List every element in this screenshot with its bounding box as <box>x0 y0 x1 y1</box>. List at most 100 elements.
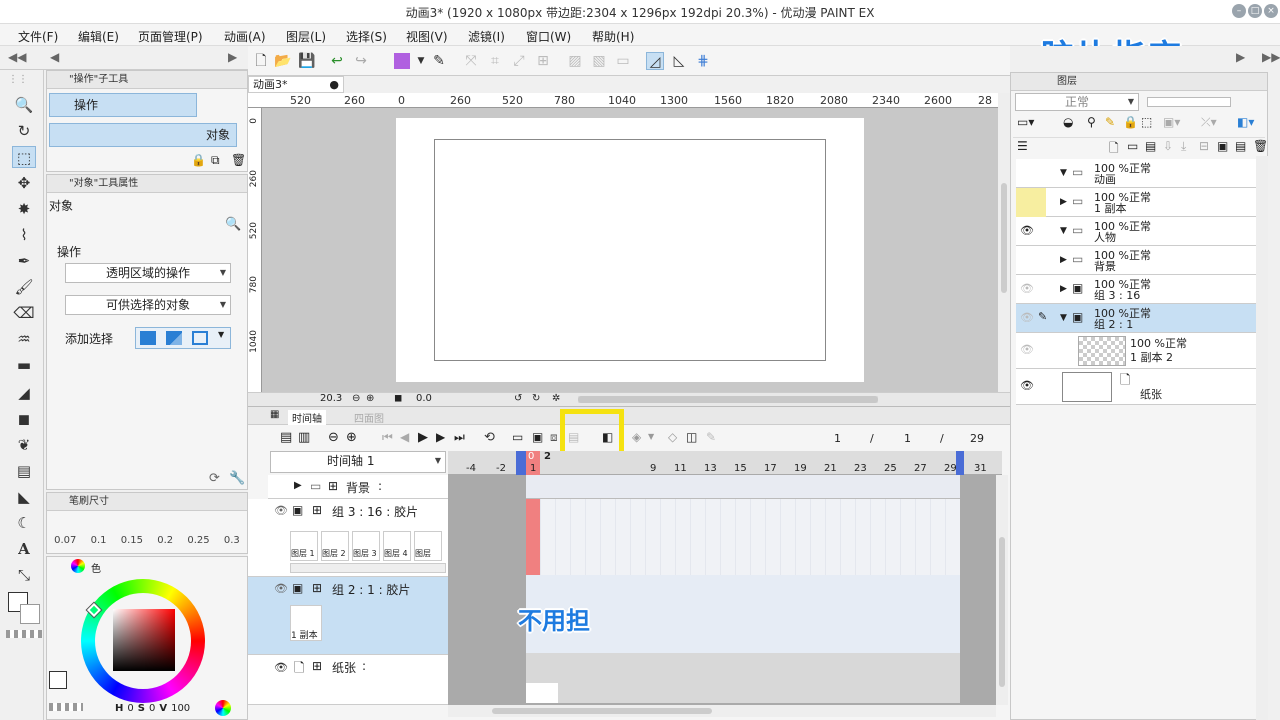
eye-icon[interactable]: 👁 <box>1020 282 1034 295</box>
expand-icon[interactable]: ▶ <box>1060 197 1067 207</box>
delete-layer-icon[interactable]: 🗑 <box>1253 139 1268 153</box>
canvas-tab[interactable]: 动画3* ● <box>248 76 344 93</box>
brush-size-option[interactable]: 0.25 <box>187 535 209 553</box>
brush-tool-icon[interactable]: 🖌 <box>12 276 36 298</box>
copy-icon[interactable]: ⧉ <box>211 153 220 168</box>
mask-layer-icon[interactable]: ▣ <box>1217 139 1228 153</box>
start-marker[interactable] <box>516 451 526 475</box>
expand-plus-icon[interactable]: ⊞ <box>312 581 322 595</box>
tab-timeline[interactable]: 时间轴 <box>288 410 326 425</box>
track-paper[interactable]: 👁 🗋 ⊞ 纸张 : <box>248 655 448 705</box>
eye-icon[interactable]: 👁 <box>1020 311 1034 324</box>
blend-tool-icon[interactable]: ♒ <box>12 328 36 350</box>
fit-icon[interactable]: ◼ <box>394 393 402 404</box>
special-ruler-icon[interactable]: ◺ <box>670 52 688 70</box>
eraser-tool-icon[interactable]: ⌫ <box>12 302 36 324</box>
collapse-icon[interactable]: ▼ <box>1060 313 1067 323</box>
transform-icon[interactable]: ⤧ <box>462 52 480 70</box>
subtract-select-icon[interactable] <box>192 331 208 345</box>
menu-layer[interactable]: 图层(L) <box>286 28 326 45</box>
save-icon[interactable]: 💾 <box>298 52 316 70</box>
cel-thumb[interactable]: 图层 <box>414 531 442 561</box>
text-tool-icon[interactable]: A <box>12 538 36 560</box>
color-swatch-icon[interactable] <box>394 53 410 69</box>
track-row-group2[interactable] <box>526 575 960 653</box>
timeline-vscroll[interactable] <box>996 475 1008 705</box>
prev-frame-icon[interactable]: ◀ <box>400 430 409 444</box>
menu-window[interactable]: 窗口(W) <box>526 28 571 45</box>
cel-thumb[interactable]: 图层 3 <box>352 531 380 561</box>
zoom-value[interactable]: 20.3 <box>320 393 342 404</box>
tab-close-icon[interactable]: ● <box>329 77 339 92</box>
transparent-color-icon[interactable] <box>6 630 42 638</box>
new-file-icon[interactable]: 🗋 <box>252 52 270 70</box>
add-select-mode[interactable]: ▼ <box>135 327 231 349</box>
crop-icon[interactable]: ⌗ <box>486 52 504 70</box>
swatch-dropdown-icon[interactable]: ▼ <box>412 52 430 70</box>
pencil-icon[interactable]: ✎ <box>706 430 716 444</box>
end-marker[interactable] <box>956 451 964 475</box>
ruler-tool-icon[interactable]: ◣ <box>12 486 36 508</box>
expand-far-right-icon[interactable]: ▶▶ <box>1262 50 1280 64</box>
merge-visible-icon[interactable]: ⊟ <box>1199 139 1209 153</box>
timeline-vscroll-thumb[interactable] <box>999 537 1005 687</box>
menu-edit[interactable]: 编辑(E) <box>78 28 119 45</box>
frame-ruler[interactable]: 0 2 -4 -2 1 9 11 13 15 17 19 21 23 25 27… <box>448 451 1002 475</box>
correction-tool-icon[interactable]: ⤡ <box>12 564 36 586</box>
layer-row[interactable]: ▶ ▭ 100 %正常 背景 <box>1016 246 1256 275</box>
keyframe-dropdown-icon[interactable]: ▼ <box>648 432 654 441</box>
canvas-vscroll-thumb[interactable] <box>1001 183 1007 293</box>
reset-icon[interactable]: ⟳ <box>209 471 220 486</box>
new-select-icon[interactable] <box>140 331 156 345</box>
cel-thumb[interactable]: 1 副本 <box>290 605 322 641</box>
merge-down-icon[interactable]: ⤓ <box>1181 139 1186 154</box>
transparent-swatch[interactable] <box>49 703 83 711</box>
scale-icon[interactable]: ⤢ <box>510 52 528 70</box>
select-mode-dropdown-icon[interactable]: ▼ <box>218 330 224 339</box>
menu-help[interactable]: 帮助(H) <box>592 28 634 45</box>
cel-layer-icon[interactable]: ⧈ <box>550 430 558 445</box>
menu-animation[interactable]: 动画(A) <box>224 28 266 45</box>
menu-view[interactable]: 视图(V) <box>406 28 448 45</box>
zoom-out-icon[interactable]: ⊖ <box>352 393 360 404</box>
pen-icon[interactable]: ✎ <box>430 52 448 70</box>
expand-icon[interactable]: ▶ <box>1060 284 1067 294</box>
blend-mode-dropdown[interactable]: 正常 <box>1015 93 1139 111</box>
layer-color-mode-icon[interactable]: ◧▾ <box>1237 115 1254 129</box>
color-wheel-tab-icon[interactable] <box>71 559 85 573</box>
expand-right-icon[interactable]: ▶ <box>228 50 237 64</box>
rotate-tool-icon[interactable]: ↻ <box>12 120 36 142</box>
layer-color-icon[interactable]: ▭▾ <box>1017 115 1034 129</box>
new-raster-icon[interactable]: 🗋 <box>1109 139 1119 160</box>
reference-icon[interactable]: ⚲ <box>1087 115 1096 129</box>
track-group3[interactable]: 👁 ▣ ⊞ 组 3 : 16 : 胶片 图层 1 图层 2 图层 3 图层 4 … <box>248 499 448 577</box>
menu-page[interactable]: 页面管理(P) <box>138 28 203 45</box>
transparent-area-dropdown[interactable]: 透明区域的操作 <box>65 263 231 283</box>
gradient-tool-icon[interactable]: ◢ <box>12 382 36 404</box>
collapse-icon[interactable]: ▼ <box>1060 168 1067 178</box>
cel-thumb[interactable]: 图层 1 <box>290 531 318 561</box>
layer-row-selected[interactable]: 👁 ✎ ▼ ▣ 100 %正常 组 2 : 1 <box>1016 304 1256 333</box>
track-group2[interactable]: 👁 ▣ ⊞ 组 2 : 1 : 胶片 1 副本 <box>248 577 448 655</box>
fill-tool-icon[interactable]: ▬ <box>12 354 36 376</box>
expand-plus-icon[interactable]: ⊞ <box>312 503 322 517</box>
close-icon[interactable]: × <box>1264 4 1278 18</box>
lock-layer-icon[interactable]: 🔒 <box>1123 115 1138 129</box>
balloon-tool-icon[interactable]: ☾ <box>12 512 36 534</box>
eye-icon[interactable]: 👁 <box>1020 379 1034 392</box>
canvas-hscroll-thumb[interactable] <box>578 396 878 403</box>
brush-size-option[interactable]: 0.07 <box>54 535 76 553</box>
zoom-tool-icon[interactable]: 🔍 <box>12 94 36 116</box>
timeline-name-dropdown[interactable]: 时间轴 1 <box>270 451 446 473</box>
main-color-swatch[interactable] <box>49 671 67 689</box>
clear-icon[interactable]: ▨ <box>566 52 584 70</box>
timeline-hscroll[interactable] <box>448 705 996 717</box>
sub-color-icon[interactable] <box>20 604 40 624</box>
layer-row[interactable]: ▼ ▭ 100 %正常 动画 <box>1016 159 1256 188</box>
expand-plus-icon[interactable]: ⊞ <box>312 659 322 673</box>
brush-size-option[interactable]: 0.15 <box>121 535 143 553</box>
paper-cel[interactable] <box>526 683 558 703</box>
ruler-snap-icon[interactable]: ◿ <box>646 52 664 70</box>
eye-icon[interactable]: 👁 <box>274 661 288 674</box>
collapse-right-icon[interactable]: ▶ <box>1236 50 1245 64</box>
